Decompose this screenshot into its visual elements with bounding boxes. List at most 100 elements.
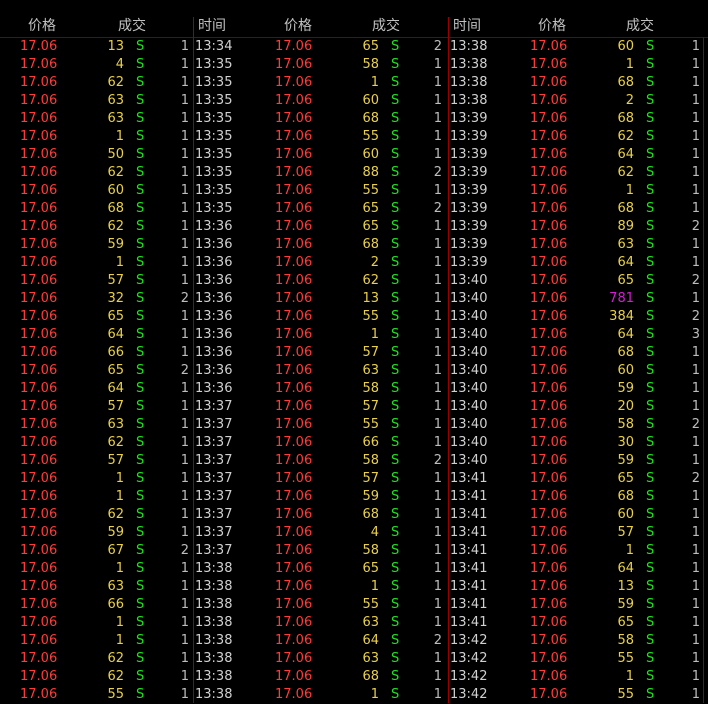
tick-time: 13:40 [450, 327, 488, 342]
tick-count: 1 [433, 273, 442, 288]
tick-price: 17.06 [20, 237, 58, 252]
tick-count: 1 [433, 417, 442, 432]
tick-count: 1 [180, 471, 189, 486]
tick-side: S [646, 345, 655, 360]
tick-side: S [136, 579, 145, 594]
tick-volume: 68 [107, 201, 124, 216]
tick-price: 17.06 [20, 363, 58, 378]
tick-volume: 65 [362, 219, 379, 234]
tick-time: 13:42 [450, 651, 488, 666]
tick-price: 17.06 [20, 219, 58, 234]
tick-count: 1 [691, 507, 700, 522]
tick-count: 2 [180, 363, 189, 378]
tick-price: 17.06 [275, 561, 313, 576]
tick-volume: 68 [617, 111, 634, 126]
tick-price: 17.06 [20, 417, 58, 432]
tick-count: 1 [180, 597, 189, 612]
tick-volume: 65 [617, 615, 634, 630]
tick-volume: 65 [617, 273, 634, 288]
tick-volume: 13 [362, 291, 379, 306]
tick-time: 13:35 [195, 75, 233, 90]
tick-side: S [646, 165, 655, 180]
tick-price: 17.06 [20, 381, 58, 396]
tick-side: S [646, 651, 655, 666]
tick-side: S [391, 489, 400, 504]
tick-side: S [646, 633, 655, 648]
tick-volume: 65 [107, 309, 124, 324]
tick-side: S [136, 453, 145, 468]
tick-time: 13:37 [195, 489, 233, 504]
tick-price: 17.06 [275, 291, 313, 306]
tick-count: 1 [433, 561, 442, 576]
tick-side: S [136, 543, 145, 558]
tick-side: S [391, 309, 400, 324]
tick-count: 1 [691, 147, 700, 162]
tick-price: 17.06 [20, 345, 58, 360]
tick-side: S [646, 75, 655, 90]
tick-price: 17.06 [275, 255, 313, 270]
tick-side: S [136, 399, 145, 414]
tick-time: 13:39 [450, 183, 488, 198]
tick-time: 13:40 [450, 381, 488, 396]
tick-time: 13:36 [195, 309, 233, 324]
tick-price: 17.06 [275, 75, 313, 90]
tick-time: 13:39 [450, 201, 488, 216]
tick-volume: 1 [115, 471, 124, 486]
tick-count: 1 [691, 669, 700, 684]
tick-price: 17.06 [530, 273, 568, 288]
tick-side: S [391, 579, 400, 594]
tick-price: 17.06 [20, 615, 58, 630]
tick-count: 1 [180, 453, 189, 468]
tick-time: 13:37 [195, 453, 233, 468]
tick-volume: 384 [609, 309, 634, 324]
tick-count: 1 [691, 615, 700, 630]
tick-count: 1 [180, 201, 189, 216]
tick-side: S [391, 165, 400, 180]
tick-volume: 60 [107, 183, 124, 198]
tick-count: 1 [433, 237, 442, 252]
tick-price: 17.06 [530, 597, 568, 612]
tick-volume: 2 [625, 93, 634, 108]
tick-count: 1 [691, 255, 700, 270]
tick-side: S [646, 183, 655, 198]
tick-volume: 64 [617, 147, 634, 162]
tick-count: 1 [691, 597, 700, 612]
tick-count: 1 [691, 561, 700, 576]
tick-count: 1 [180, 579, 189, 594]
tick-price: 17.06 [20, 183, 58, 198]
tick-side: S [391, 327, 400, 342]
tick-price: 17.06 [20, 561, 58, 576]
tick-volume: 65 [107, 363, 124, 378]
tick-volume: 58 [362, 453, 379, 468]
tick-side: S [136, 147, 145, 162]
tick-count: 2 [691, 309, 700, 324]
tick-price: 17.06 [275, 669, 313, 684]
tick-time: 13:36 [195, 273, 233, 288]
tick-time: 13:40 [450, 273, 488, 288]
tick-side: S [646, 93, 655, 108]
tick-time: 13:40 [450, 435, 488, 450]
tick-price: 17.06 [530, 147, 568, 162]
tick-price: 17.06 [530, 687, 568, 702]
tick-time: 13:40 [450, 309, 488, 324]
tick-side: S [391, 633, 400, 648]
tick-volume: 1 [370, 579, 379, 594]
tick-volume: 57 [107, 273, 124, 288]
tick-side: S [646, 129, 655, 144]
tick-price: 17.06 [530, 183, 568, 198]
tick-count: 1 [433, 255, 442, 270]
tick-price: 17.06 [530, 201, 568, 216]
tick-volume: 57 [362, 345, 379, 360]
tick-volume: 59 [107, 525, 124, 540]
tick-price: 17.06 [20, 309, 58, 324]
tick-side: S [646, 381, 655, 396]
tick-volume: 59 [107, 237, 124, 252]
tick-price: 17.06 [275, 507, 313, 522]
tick-side: S [646, 507, 655, 522]
tick-side: S [136, 183, 145, 198]
tick-volume: 62 [107, 507, 124, 522]
tick-count: 1 [180, 327, 189, 342]
tick-volume: 57 [617, 525, 634, 540]
tick-price: 17.06 [275, 111, 313, 126]
tick-volume: 1 [370, 687, 379, 702]
